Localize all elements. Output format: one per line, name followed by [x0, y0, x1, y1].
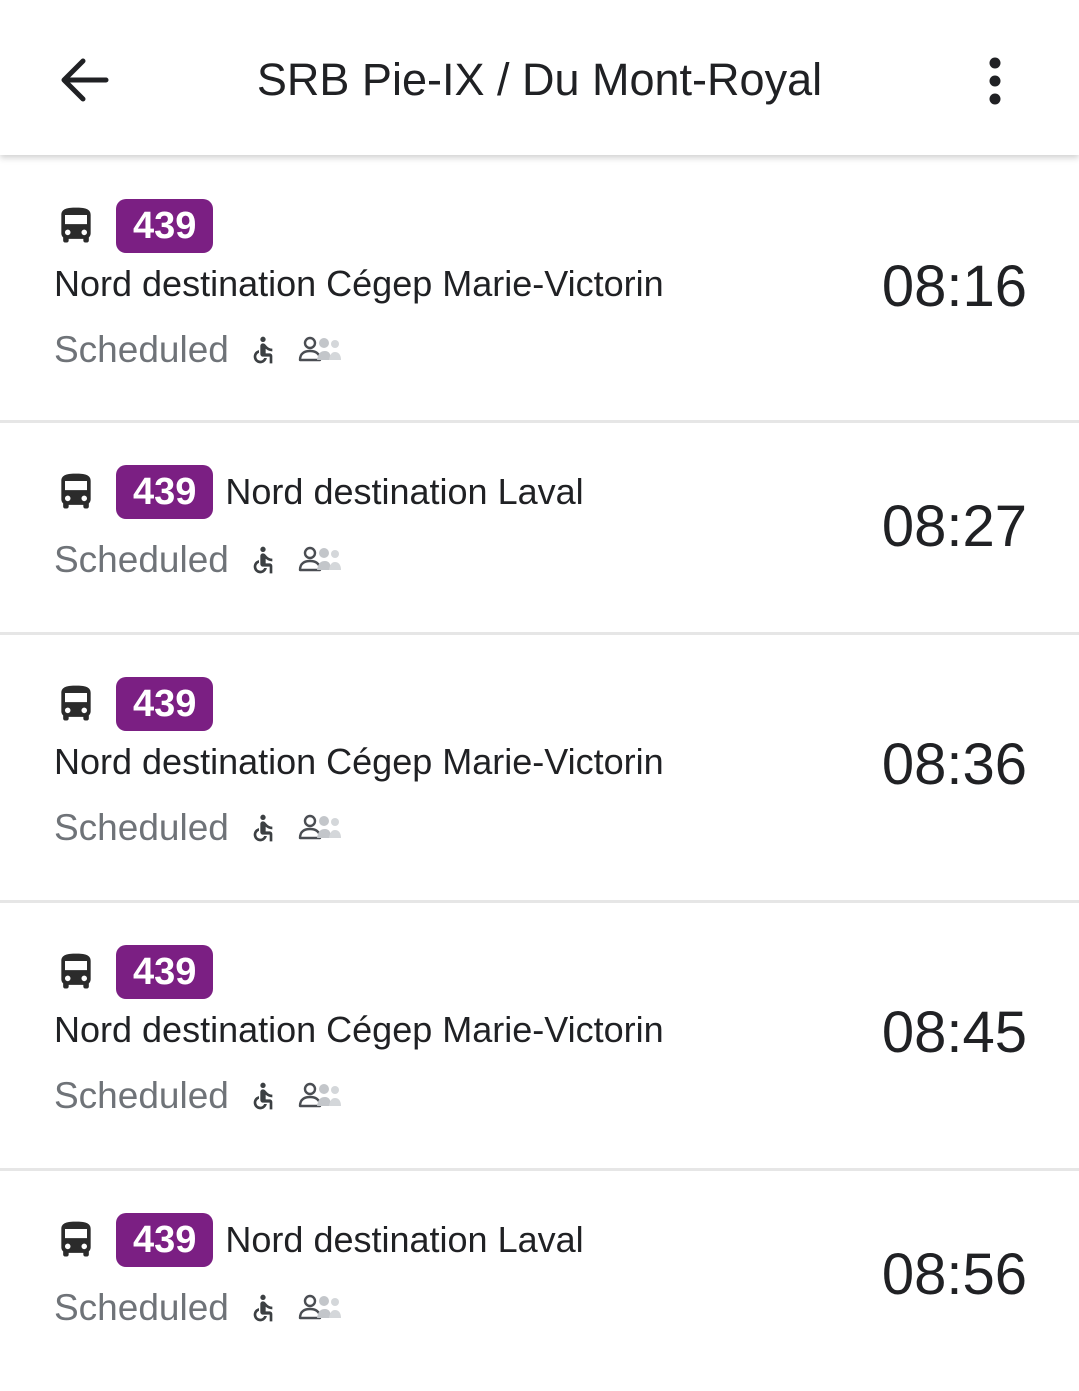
route-line: 439 Nord destination Laval [54, 465, 584, 519]
departure-row[interactable]: 439 Nord destination Laval Scheduled 08:… [0, 1171, 1079, 1391]
departure-time: 08:45 [881, 1000, 1027, 1065]
route-badge: 439 [116, 1213, 214, 1267]
more-options-button[interactable] [965, 46, 1025, 116]
route-line: 439 [54, 945, 214, 999]
status-text: Scheduled [54, 329, 229, 370]
occupancy-icon [297, 335, 343, 365]
status-text: Scheduled [54, 539, 229, 580]
bus-icon [54, 681, 98, 727]
wheelchair-accessible-icon [247, 1290, 279, 1326]
wheelchair-accessible-icon [247, 1078, 279, 1114]
status-line: Scheduled [54, 539, 343, 581]
top-app-bar: SRB Pie-IX / Du Mont-Royal [0, 0, 1079, 155]
departure-time: 08:27 [881, 494, 1027, 559]
route-line: 439 [54, 677, 214, 731]
departure-row[interactable]: 439 Nord destination Cégep Marie-Victori… [0, 155, 1079, 423]
wheelchair-accessible-icon [247, 332, 279, 368]
status-text: Scheduled [54, 807, 229, 848]
route-line: 439 [54, 199, 214, 253]
status-text: Scheduled [54, 1287, 229, 1328]
departure-time: 08:36 [881, 732, 1027, 797]
more-vert-icon [989, 57, 1001, 105]
back-button[interactable] [52, 46, 116, 114]
destination: Nord destination Laval [225, 1219, 584, 1260]
status-text: Scheduled [54, 1075, 229, 1116]
occupancy-icon [297, 1081, 343, 1111]
bus-icon [54, 949, 98, 995]
bus-icon [54, 203, 98, 249]
route-badge: 439 [116, 945, 214, 999]
page-title: SRB Pie-IX / Du Mont-Royal [256, 54, 823, 105]
bus-icon [54, 1217, 98, 1263]
occupancy-icon [297, 813, 343, 843]
status-line: Scheduled [54, 807, 343, 849]
route-badge: 439 [116, 199, 214, 253]
departures-list: 439 Nord destination Cégep Marie-Victori… [0, 155, 1079, 1391]
departure-time: 08:56 [881, 1242, 1027, 1307]
route-badge: 439 [116, 465, 214, 519]
destination: Nord destination Laval [225, 471, 584, 512]
destination: Nord destination Cégep Marie-Victorin [54, 741, 664, 782]
departure-time: 08:16 [881, 254, 1027, 319]
occupancy-icon [297, 545, 343, 575]
status-line: Scheduled [54, 1075, 343, 1117]
destination: Nord destination Cégep Marie-Victorin [54, 263, 664, 304]
status-line: Scheduled [54, 1287, 343, 1329]
departure-row[interactable]: 439 Nord destination Cégep Marie-Victori… [0, 635, 1079, 903]
occupancy-icon [297, 1293, 343, 1323]
departure-row[interactable]: 439 Nord destination Cégep Marie-Victori… [0, 903, 1079, 1171]
bus-icon [54, 469, 98, 515]
route-line: 439 Nord destination Laval [54, 1213, 584, 1267]
wheelchair-accessible-icon [247, 810, 279, 846]
route-badge: 439 [116, 677, 214, 731]
destination: Nord destination Cégep Marie-Victorin [54, 1009, 664, 1050]
departure-row[interactable]: 439 Nord destination Laval Scheduled 08:… [0, 423, 1079, 635]
status-line: Scheduled [54, 329, 343, 371]
wheelchair-accessible-icon [247, 542, 279, 578]
arrow-back-icon [61, 58, 109, 102]
